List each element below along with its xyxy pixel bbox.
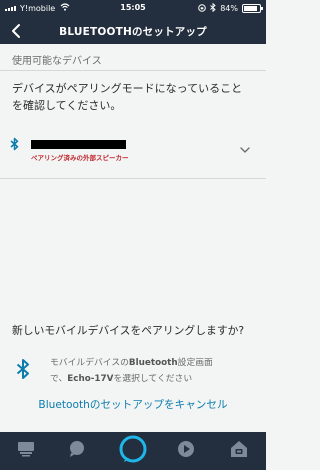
app-header: Y!mobile 15:05 84% BLUETOOTHのセットアップ [0,0,266,44]
device-name-redacted [31,140,126,149]
hint-bold-text: Bluetooth [128,358,178,368]
bluetooth-icon [16,358,30,384]
bluetooth-status-icon [210,2,216,14]
hint-text: 設定画面 [177,358,213,368]
chevron-down-icon[interactable] [240,138,250,157]
device-list-item[interactable]: ペアリング済みの外部スピーカー [0,126,266,178]
alexa-icon [118,434,148,468]
cancel-setup-link[interactable]: Bluetoothのセットアップをキャンセル [0,397,266,412]
instruction-text: デバイスがペアリングモードになっていること を確認してください。 [12,80,258,114]
orientation-lock-icon [198,3,207,14]
status-bar: Y!mobile 15:05 84% [0,0,266,16]
battery-percent: 84% [220,4,238,13]
battery-fill [244,6,257,11]
section-label: 使用可能なデバイス [12,56,102,67]
instruction-line-1: デバイスがペアリングモードになっていること [12,82,243,95]
pair-question: 新しいモバイルデバイスをペアリングしますか? [12,324,245,337]
tab-play[interactable] [166,432,206,470]
pair-hint: モバイルデバイスのBluetooth設定画面 で、Echo-17Vを選択してくだ… [0,352,266,388]
home-icon [17,441,35,461]
tab-home[interactable] [6,432,46,470]
instruction-line-2: を確認してください。 [12,99,122,112]
page-title: BLUETOOTHのセットアップ [59,26,207,38]
bottom-nav [0,432,266,470]
hint-line-1: モバイルデバイスのBluetooth設定画面 [50,355,213,368]
device-subtitle: ペアリング済みの外部スピーカー [31,154,129,162]
hint-line-2: で、Echo-17Vを選択してください [50,371,192,384]
chat-icon [68,440,86,462]
hint-text: で、 [50,374,68,384]
nav-bar: BLUETOOTHのセットアップ [0,18,266,44]
divider [0,178,266,179]
tab-alexa[interactable] [113,432,153,470]
battery-icon [242,4,263,13]
devices-icon [230,440,248,462]
tab-devices[interactable] [219,432,259,470]
play-icon [177,440,195,462]
hint-bold-text: Echo-17V [67,374,114,384]
tab-communicate[interactable] [57,432,97,470]
divider [0,70,266,71]
status-right: 84% [198,2,263,14]
hint-text: を選択してください [113,374,193,384]
hint-text: モバイルデバイスの [50,358,129,368]
bluetooth-icon [10,136,19,155]
